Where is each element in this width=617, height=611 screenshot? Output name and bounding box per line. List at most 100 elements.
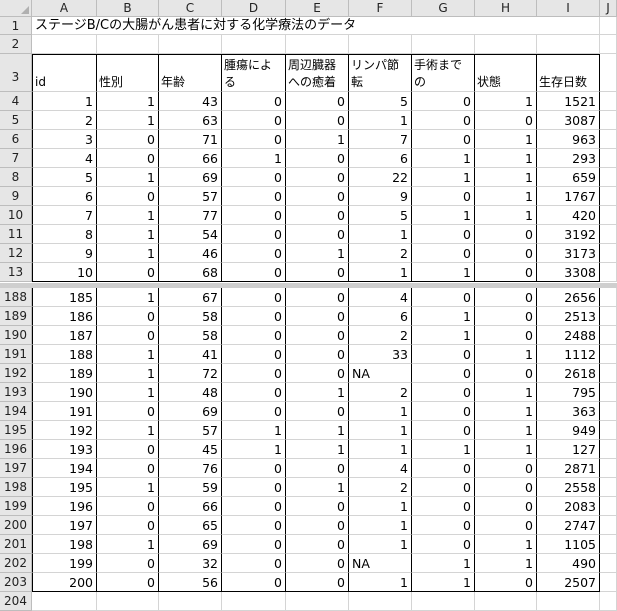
data-cell[interactable]: 0 (412, 92, 475, 111)
row-header[interactable]: 3 (0, 54, 32, 92)
data-cell[interactable]: 3173 (537, 244, 600, 263)
row-header[interactable]: 13 (0, 263, 32, 282)
data-cell[interactable]: 0 (475, 225, 537, 244)
data-cell[interactable]: 2488 (537, 326, 600, 345)
data-cell[interactable]: 2871 (537, 459, 600, 478)
empty-cell[interactable] (600, 288, 617, 307)
data-cell[interactable]: 57 (159, 421, 222, 440)
data-cell[interactable]: 1 (349, 402, 412, 421)
data-cell[interactable]: 196 (32, 497, 97, 516)
data-cell[interactable]: 6 (349, 307, 412, 326)
data-cell[interactable]: 0 (475, 307, 537, 326)
data-cell[interactable]: 4 (32, 149, 97, 168)
empty-cell[interactable] (159, 592, 222, 611)
row-header[interactable]: 203 (0, 573, 32, 592)
data-cell[interactable]: 1 (349, 573, 412, 592)
data-cell[interactable]: 0 (222, 573, 286, 592)
data-cell[interactable]: 2 (349, 244, 412, 263)
data-cell[interactable]: 191 (32, 402, 97, 421)
column-header-h[interactable]: H (475, 0, 537, 17)
data-cell[interactable]: 69 (159, 402, 222, 421)
data-cell[interactable]: 0 (222, 244, 286, 263)
data-cell[interactable]: 0 (286, 206, 349, 225)
data-cell[interactable]: 5 (349, 206, 412, 225)
data-cell[interactable]: 1 (412, 326, 475, 345)
data-cell[interactable]: 0 (97, 263, 159, 282)
data-cell[interactable]: 186 (32, 307, 97, 326)
data-cell[interactable]: 48 (159, 383, 222, 402)
data-cell[interactable]: 3 (32, 130, 97, 149)
data-cell[interactable]: 1 (286, 440, 349, 459)
column-header-d[interactable]: D (222, 0, 286, 17)
data-cell[interactable]: 33 (349, 345, 412, 364)
data-cell[interactable]: 0 (222, 345, 286, 364)
empty-cell[interactable] (600, 478, 617, 497)
data-cell[interactable]: NA (349, 554, 412, 573)
data-cell[interactable]: 1 (286, 478, 349, 497)
data-cell[interactable]: 1 (32, 92, 97, 111)
row-header[interactable]: 8 (0, 168, 32, 187)
data-cell[interactable]: 1 (97, 244, 159, 263)
row-header[interactable]: 2 (0, 35, 32, 54)
data-cell[interactable]: 0 (412, 225, 475, 244)
data-cell[interactable]: 0 (286, 288, 349, 307)
column-header-a[interactable]: A (32, 0, 97, 17)
row-header[interactable]: 197 (0, 459, 32, 478)
data-cell[interactable]: 1 (412, 149, 475, 168)
data-cell[interactable]: 0 (475, 111, 537, 130)
data-cell[interactable]: 0 (222, 535, 286, 554)
empty-cell[interactable] (600, 225, 617, 244)
data-cell[interactable]: 198 (32, 535, 97, 554)
data-cell[interactable]: 0 (97, 459, 159, 478)
data-cell[interactable]: 0 (97, 326, 159, 345)
data-cell[interactable]: 0 (222, 92, 286, 111)
data-cell[interactable]: 0 (222, 130, 286, 149)
data-cell[interactable]: 194 (32, 459, 97, 478)
row-header[interactable]: 12 (0, 244, 32, 263)
empty-cell[interactable] (286, 592, 349, 611)
row-header[interactable]: 190 (0, 326, 32, 345)
empty-cell[interactable] (600, 92, 617, 111)
data-cell[interactable]: 0 (412, 535, 475, 554)
empty-cell[interactable] (600, 263, 617, 282)
empty-cell[interactable] (600, 440, 617, 459)
data-cell[interactable]: 200 (32, 573, 97, 592)
data-cell[interactable]: 0 (286, 554, 349, 573)
data-cell[interactable]: 0 (222, 497, 286, 516)
data-cell[interactable]: 1 (286, 383, 349, 402)
data-cell[interactable]: 0 (97, 573, 159, 592)
data-cell[interactable]: 0 (222, 516, 286, 535)
data-cell[interactable]: 1 (97, 364, 159, 383)
data-cell[interactable]: 0 (222, 402, 286, 421)
empty-cell[interactable] (600, 206, 617, 225)
data-cell[interactable]: 69 (159, 535, 222, 554)
data-cell[interactable]: 0 (222, 364, 286, 383)
data-cell[interactable]: 0 (97, 402, 159, 421)
data-cell[interactable]: 63 (159, 111, 222, 130)
column-header-i[interactable]: I (537, 0, 600, 17)
data-cell[interactable]: 1 (97, 421, 159, 440)
data-cell[interactable]: 5 (349, 92, 412, 111)
data-cell[interactable]: 0 (97, 187, 159, 206)
row-header[interactable]: 5 (0, 111, 32, 130)
data-cell[interactable]: 0 (97, 130, 159, 149)
data-cell[interactable]: 0 (286, 168, 349, 187)
data-cell[interactable]: 6 (32, 187, 97, 206)
column-header-c[interactable]: C (159, 0, 222, 17)
row-header[interactable]: 4 (0, 92, 32, 111)
data-cell[interactable]: 0 (412, 383, 475, 402)
data-cell[interactable]: 2747 (537, 516, 600, 535)
data-cell[interactable]: 1 (97, 478, 159, 497)
data-cell[interactable]: 2558 (537, 478, 600, 497)
column-header-j[interactable]: J (600, 0, 617, 17)
data-cell[interactable]: 10 (32, 263, 97, 282)
empty-cell[interactable] (475, 592, 537, 611)
data-cell[interactable]: 0 (286, 92, 349, 111)
data-cell[interactable]: 189 (32, 364, 97, 383)
data-cell[interactable]: 0 (475, 478, 537, 497)
empty-cell[interactable] (600, 345, 617, 364)
data-cell[interactable]: 0 (412, 345, 475, 364)
data-cell[interactable]: 0 (475, 364, 537, 383)
empty-cell[interactable] (600, 17, 617, 35)
empty-cell[interactable] (32, 35, 97, 54)
